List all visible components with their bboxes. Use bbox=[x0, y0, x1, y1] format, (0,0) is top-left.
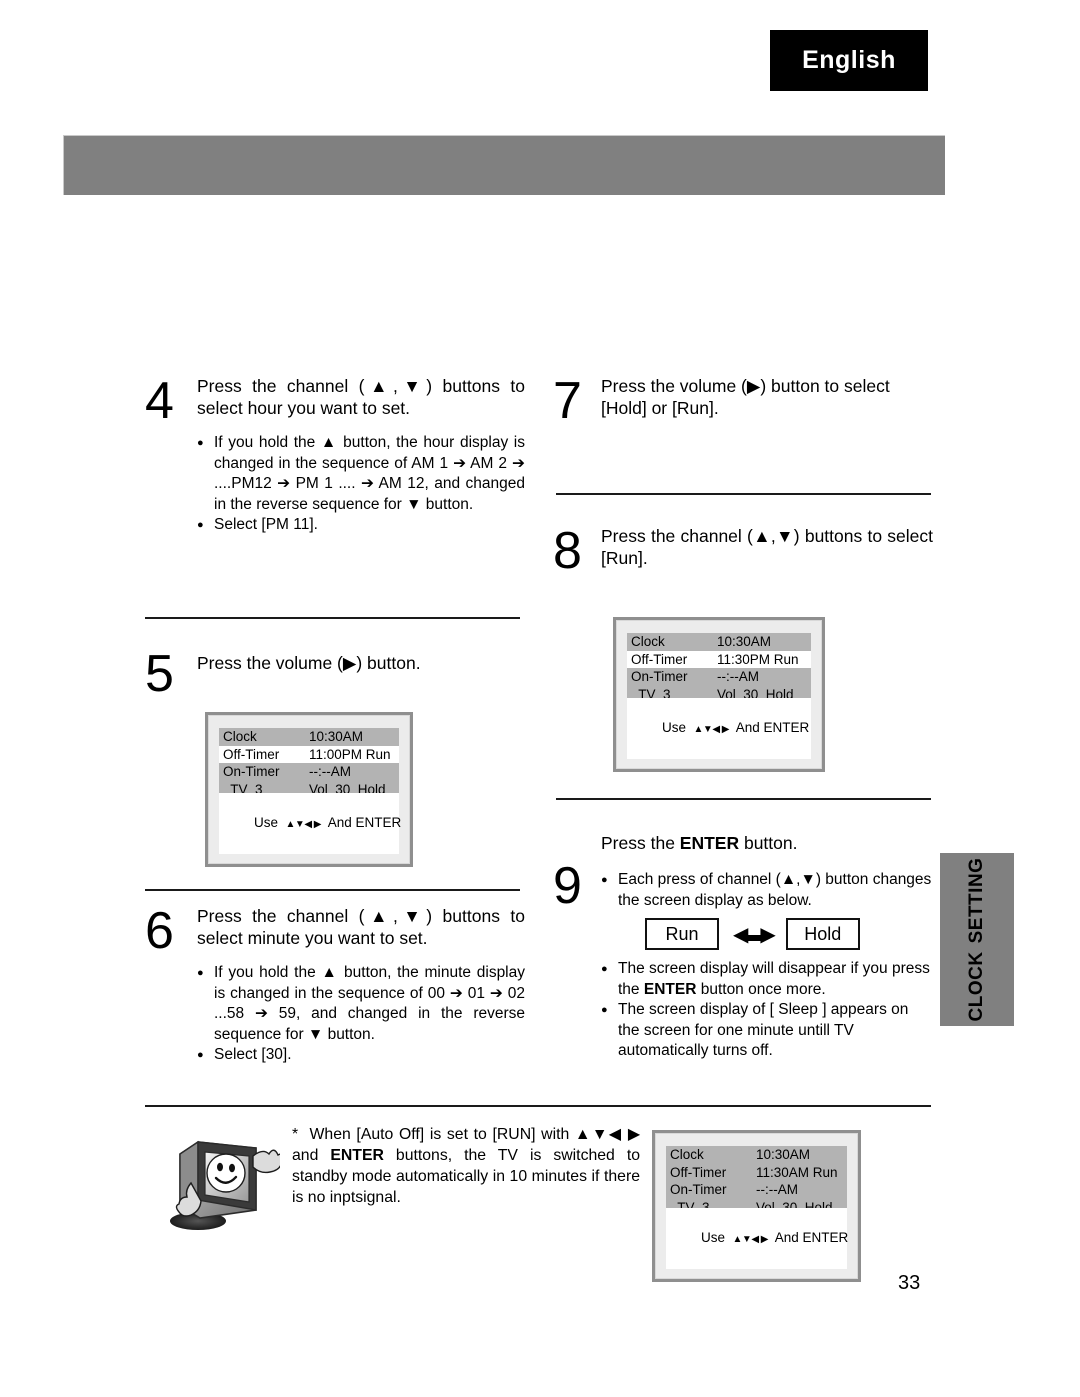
osd-2-footer-arrows: ▲▼◀ ▶ bbox=[693, 724, 730, 735]
page-number: 33 bbox=[898, 1272, 921, 1294]
osd-row: Off-Timer 11:00PM Run bbox=[219, 745, 399, 763]
step-9-title: Press the ENTER button. bbox=[601, 832, 933, 854]
step-9-bullet-1: Each press of channel (▲,▼) button chang… bbox=[601, 870, 933, 911]
osd-row-label: On-Timer bbox=[631, 669, 688, 684]
step-9-bullet-2: The screen display will disappear if you… bbox=[601, 959, 933, 1000]
osd-row: Clock 10:30AM bbox=[219, 728, 399, 746]
tv-mascot-icon bbox=[160, 1126, 283, 1236]
osd-row-value: 11:00PM Run bbox=[309, 746, 391, 762]
osd-2-footer-post: And ENTER bbox=[729, 720, 810, 735]
step-6-bullet-1: If you hold the ▲ button, the minute dis… bbox=[197, 963, 525, 1045]
osd-row-value: 10:30AM bbox=[717, 634, 772, 649]
step-5-title: Press the volume (▶) button. bbox=[197, 653, 421, 673]
step-9-bullet-3: The screen display of [ Sleep ] appears … bbox=[601, 1000, 933, 1062]
osd-row-label: On-Timer bbox=[670, 1182, 727, 1197]
chapter-tab-line2: SETTING bbox=[966, 857, 987, 944]
osd-row: On-Timer --:--AM bbox=[219, 763, 399, 781]
divider-right-1 bbox=[556, 493, 931, 495]
osd-row-label: Off-Timer bbox=[631, 651, 688, 667]
divider-left-2 bbox=[145, 889, 520, 891]
osd-row-label: Clock bbox=[631, 634, 665, 649]
double-arrow-icon: ◀▬▶ bbox=[733, 923, 776, 946]
run-hold-toggle-diagram: Run ◀▬▶ Hold bbox=[645, 918, 933, 950]
osd-row-label: On-Timer bbox=[223, 764, 280, 779]
step-6-title: Press the channel (▲,▼) buttons to selec… bbox=[197, 906, 525, 948]
step-7-number: 7 bbox=[553, 372, 582, 430]
step-9-bullet-2-post: button once more. bbox=[696, 980, 826, 998]
step-6-number: 6 bbox=[145, 902, 174, 960]
osd-row-value: --:--AM bbox=[717, 669, 759, 684]
osd-row-label: Clock bbox=[223, 729, 257, 744]
note-text-bold: ENTER bbox=[330, 1147, 384, 1164]
osd-row-value: --:--AM bbox=[756, 1182, 798, 1197]
language-tab-label: English bbox=[802, 46, 896, 74]
osd-3-footer: Use ▲▼◀ ▶ And ENTER bbox=[666, 1208, 849, 1269]
divider-right-2 bbox=[556, 798, 931, 800]
osd-row-value: 11:30PM Run bbox=[717, 651, 799, 667]
step-9-title-pre: Press the bbox=[601, 833, 680, 853]
osd-row: On-Timer --:--AM bbox=[627, 668, 811, 686]
osd-1-footer-pre: Use bbox=[254, 815, 286, 830]
osd-1-footer: Use ▲▼◀ ▶ And ENTER bbox=[219, 793, 402, 854]
osd-screen-3: Clock 10:30AM Off-Timer 11:30AM Run On-Timer… bbox=[652, 1130, 861, 1282]
osd-row-label: Off-Timer bbox=[670, 1164, 727, 1180]
toggle-hold-box: Hold bbox=[785, 918, 860, 950]
step-9-bullet-2-bold: ENTER bbox=[643, 980, 697, 998]
osd-2-footer: Use ▲▼◀ ▶ And ENTER bbox=[627, 698, 811, 759]
osd-row: Clock 10:30AM bbox=[627, 633, 811, 651]
language-tab: English bbox=[770, 30, 928, 91]
note-star: * bbox=[292, 1126, 299, 1143]
osd-row-value: --:--AM bbox=[309, 764, 351, 779]
step-5-number: 5 bbox=[145, 645, 174, 703]
toggle-run-box: Run bbox=[645, 918, 719, 950]
osd-row: Off-Timer 11:30PM Run bbox=[627, 650, 811, 668]
osd-row: Clock 10:30AM bbox=[666, 1146, 847, 1164]
osd-screen-2: Clock 10:30AM Off-Timer 11:30PM Run On-Timer… bbox=[613, 617, 825, 772]
note-text: * When [Auto Off] is set to [RUN] with ▲… bbox=[292, 1124, 640, 1208]
chapter-tab-line1: CLOCK bbox=[966, 951, 987, 1022]
osd-2-footer-pre: Use bbox=[662, 720, 694, 735]
divider-full-width bbox=[145, 1105, 931, 1107]
osd-row: On-Timer --:--AM bbox=[666, 1181, 847, 1199]
chapter-tab-clock-setting: CLOCK SETTING bbox=[940, 853, 1014, 1026]
osd-3-footer-pre: Use bbox=[701, 1230, 733, 1245]
step-4-bullet-2: Select [PM 11]. bbox=[197, 515, 525, 536]
osd-row-value: 10:30AM bbox=[309, 729, 364, 744]
divider-left-1 bbox=[145, 617, 520, 619]
step-9-number: 9 bbox=[553, 857, 582, 915]
osd-screen-1: Clock 10:30AM Off-Timer 11:00PM Run On-Timer… bbox=[205, 712, 413, 867]
header-gray-bar bbox=[63, 135, 945, 195]
osd-3-footer-post: And ENTER bbox=[768, 1230, 849, 1245]
step-4-bullet-1: If you hold the ▲ button, the hour displ… bbox=[197, 433, 525, 515]
step-8-title: Press the channel (▲,▼) buttons to selec… bbox=[601, 526, 933, 568]
osd-1-footer-post: And ENTER bbox=[321, 815, 402, 830]
osd-3-footer-arrows: ▲▼◀ ▶ bbox=[732, 1234, 769, 1245]
step-4-number: 4 bbox=[145, 372, 174, 430]
step-9-title-bold: ENTER bbox=[679, 833, 740, 853]
step-6-bullet-2: Select [30]. bbox=[197, 1045, 525, 1066]
osd-1-footer-arrows: ▲▼◀ ▶ bbox=[285, 819, 322, 830]
osd-row-value: 10:30AM bbox=[756, 1147, 811, 1162]
step-8-number: 8 bbox=[553, 522, 582, 580]
step-9-title-post: button. bbox=[739, 833, 798, 853]
manual-page: English CLOCK SETTING 4 Press the channe… bbox=[0, 0, 1080, 1397]
osd-row: Off-Timer 11:30AM Run bbox=[666, 1163, 847, 1181]
step-7-title: Press the volume (▶) button to select [H… bbox=[601, 376, 890, 418]
osd-row-label: Clock bbox=[670, 1147, 704, 1162]
osd-row-value: 11:30AM Run bbox=[756, 1164, 838, 1180]
osd-row-label: Off-Timer bbox=[223, 746, 280, 762]
step-4-title: Press the channel (▲,▼) buttons to selec… bbox=[197, 376, 525, 418]
